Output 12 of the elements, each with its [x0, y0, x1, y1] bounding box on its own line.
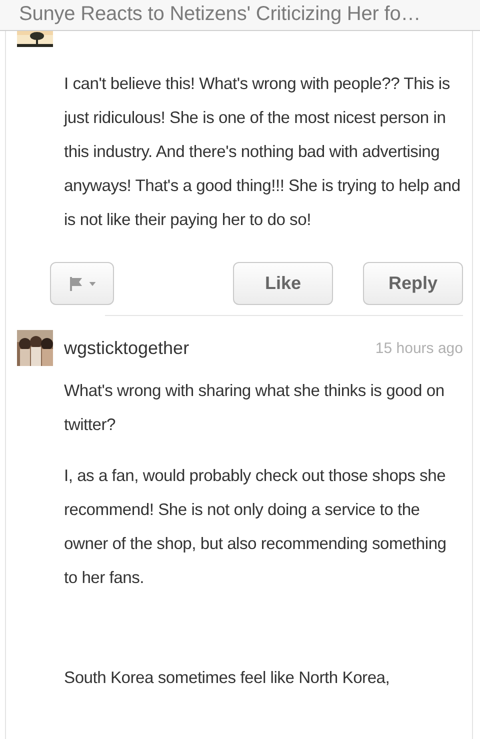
reply-button[interactable]: Reply	[363, 262, 463, 305]
page-title: Sunye Reacts to Netizens' Criticizing Her fo…	[19, 3, 421, 25]
comment-text: What's wrong with sharing what she thinks is good on twitter?	[64, 380, 446, 436]
comment-text: South Korea sometimes feel like North Korea,	[64, 667, 391, 689]
flag-icon	[68, 276, 82, 292]
like-button[interactable]: Like	[233, 262, 333, 305]
comment-text: I can't believe this! What's wrong with people?? This is just ridiculous! She is one of the most nicest person in this industry. And there's nothing bad with advertising anyways! That's a good thing!!! She is trying to help and is not like their paying her to do so!	[64, 73, 462, 231]
timestamp: 15 hours ago	[375, 340, 463, 356]
comment-text: I, as a fan, would probably check out those shops she recommend! She is not only doing a service to the owner of the shop, but also recommending something to her fans.	[64, 465, 448, 589]
flag-button[interactable]	[50, 262, 114, 305]
caret-icon	[88, 282, 96, 286]
username[interactable]: wgsticktogether	[64, 338, 190, 358]
